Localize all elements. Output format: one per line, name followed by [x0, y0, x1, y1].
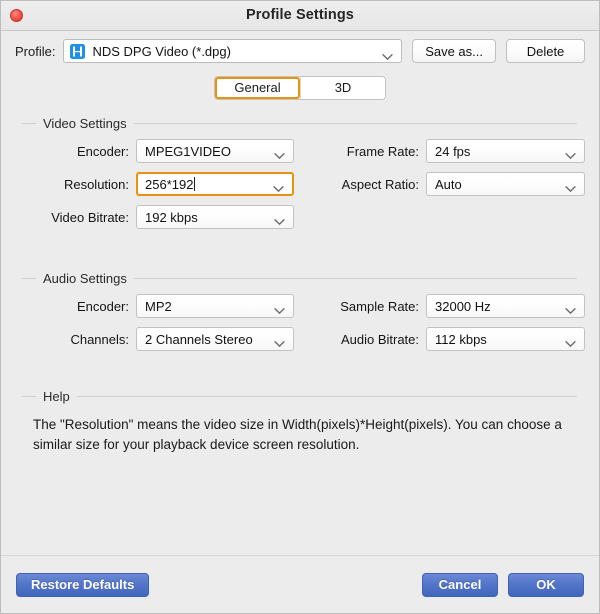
- video-bitrate-select[interactable]: 192 kbps: [136, 205, 294, 229]
- sample-rate-label: Sample Rate:: [340, 298, 419, 314]
- restore-defaults-button[interactable]: Restore Defaults: [16, 572, 150, 597]
- aspect-ratio-label: Aspect Ratio:: [341, 176, 419, 192]
- frame-rate-label: Frame Rate:: [346, 143, 419, 159]
- audio-settings-group: Audio Settings Encoder: MP2 Sample Rate:…: [15, 271, 585, 351]
- footer-bar: Restore Defaults Cancel OK: [1, 556, 599, 613]
- video-settings-group: Video Settings Encoder: MPEG1VIDEO Frame…: [15, 116, 585, 229]
- audio-row-1: Encoder: MP2 Sample Rate: 32000 Hz: [15, 294, 585, 318]
- audio-bitrate-value: 112 kbps: [435, 331, 487, 347]
- profile-settings-dialog: Profile Settings Profile: NDS DPG Video …: [0, 0, 600, 614]
- frame-rate-value: 24 fps: [435, 143, 471, 159]
- delete-button[interactable]: Delete: [506, 39, 585, 63]
- video-bitrate-value: 192 kbps: [145, 209, 198, 225]
- video-row-3: Video Bitrate: 192 kbps: [15, 205, 585, 229]
- video-settings-header: Video Settings: [22, 116, 585, 131]
- chevron-down-icon: [274, 336, 285, 348]
- channels-label: Channels:: [70, 331, 129, 347]
- aspect-ratio-select[interactable]: Auto: [426, 172, 585, 196]
- audio-bitrate-select[interactable]: 112 kbps: [426, 327, 585, 351]
- video-encoder-select[interactable]: MPEG1VIDEO: [136, 139, 294, 163]
- video-bitrate-label: Video Bitrate:: [51, 209, 129, 225]
- audio-settings-header: Audio Settings: [22, 271, 585, 286]
- aspect-ratio-value: Auto: [435, 176, 462, 192]
- tab-general[interactable]: General: [215, 77, 300, 99]
- channels-value: 2 Channels Stereo: [145, 331, 253, 347]
- chevron-down-icon: [565, 336, 576, 348]
- audio-row-2: Channels: 2 Channels Stereo Audio Bitrat…: [15, 327, 585, 351]
- profile-format-icon: [70, 43, 86, 59]
- cancel-button[interactable]: Cancel: [422, 572, 498, 597]
- help-group: Help The "Resolution" means the video si…: [15, 389, 585, 455]
- save-as-button[interactable]: Save as...: [412, 39, 496, 63]
- video-settings-title: Video Settings: [43, 116, 127, 131]
- text-caret: [194, 177, 196, 191]
- video-encoder-label: Encoder:: [76, 143, 129, 159]
- chevron-down-icon: [565, 303, 576, 315]
- chevron-down-icon: [565, 181, 576, 193]
- chevron-down-icon: [565, 148, 576, 160]
- profile-select[interactable]: NDS DPG Video (*.dpg): [63, 39, 403, 63]
- chevron-down-icon: [382, 48, 393, 61]
- tab-strip: General 3D: [1, 76, 599, 100]
- sample-rate-value: 32000 Hz: [435, 298, 491, 314]
- chevron-down-icon: [274, 214, 285, 226]
- channels-select[interactable]: 2 Channels Stereo: [136, 327, 294, 351]
- title-bar: Profile Settings: [1, 1, 599, 31]
- audio-encoder-select[interactable]: MP2: [136, 294, 294, 318]
- settings-content: Video Settings Encoder: MPEG1VIDEO Frame…: [1, 102, 599, 555]
- video-row-1: Encoder: MPEG1VIDEO Frame Rate: 24 fps: [15, 139, 585, 163]
- help-header: Help: [22, 389, 585, 404]
- chevron-down-icon: [274, 148, 285, 160]
- video-row-2: Resolution: 256*192 Aspect Ratio: Auto: [15, 172, 585, 196]
- ok-button[interactable]: OK: [508, 572, 584, 597]
- resolution-value: 256*192: [145, 176, 194, 192]
- profile-value: NDS DPG Video (*.dpg): [92, 43, 231, 59]
- audio-settings-title: Audio Settings: [43, 271, 127, 286]
- frame-rate-select[interactable]: 24 fps: [426, 139, 585, 163]
- tab-3d[interactable]: 3D: [300, 77, 385, 99]
- video-encoder-value: MPEG1VIDEO: [145, 143, 231, 159]
- profile-row: Profile: NDS DPG Video (*.dpg) Save as..…: [1, 31, 599, 70]
- profile-label: Profile:: [15, 43, 56, 59]
- audio-bitrate-label: Audio Bitrate:: [340, 331, 419, 347]
- chevron-down-icon: [274, 303, 285, 315]
- help-title: Help: [43, 389, 70, 404]
- resolution-label: Resolution:: [63, 176, 129, 192]
- audio-encoder-label: Encoder:: [76, 298, 129, 314]
- resolution-input[interactable]: 256*192: [136, 172, 294, 196]
- chevron-down-icon: [273, 181, 284, 193]
- help-text: The "Resolution" means the video size in…: [33, 417, 562, 452]
- audio-encoder-value: MP2: [145, 298, 172, 314]
- window-title: Profile Settings: [246, 7, 354, 23]
- sample-rate-select[interactable]: 32000 Hz: [426, 294, 585, 318]
